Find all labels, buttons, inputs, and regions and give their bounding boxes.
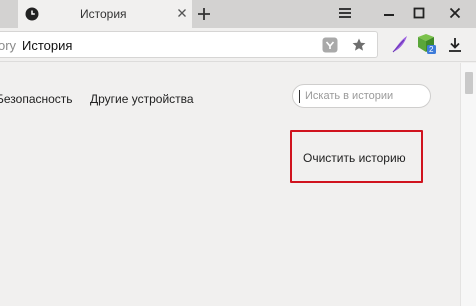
scrollbar-thumb[interactable] [465, 72, 473, 94]
history-page: Безопасность Другие устройства Очистить … [0, 63, 460, 306]
nav-other-devices[interactable]: Другие устройства [90, 92, 194, 106]
nav-security[interactable]: Безопасность [0, 92, 73, 106]
close-icon[interactable] [174, 5, 190, 21]
close-window-icon[interactable] [440, 3, 470, 23]
plus-icon[interactable] [194, 4, 214, 24]
gift-icon[interactable]: 2 [415, 32, 437, 56]
tab-history[interactable]: История [18, 0, 192, 28]
download-icon[interactable] [446, 36, 464, 54]
protect-icon[interactable] [322, 37, 338, 53]
maximize-icon[interactable] [404, 3, 434, 23]
star-icon[interactable] [351, 37, 367, 53]
url-page-title: История [22, 38, 73, 53]
search-box[interactable] [292, 84, 431, 108]
tab-strip: История [0, 0, 476, 28]
hamburger-icon[interactable] [330, 3, 360, 23]
extension-badge: 2 [429, 45, 434, 54]
search-input[interactable] [305, 88, 425, 104]
minimize-icon[interactable] [374, 3, 404, 23]
scrollbar[interactable] [460, 63, 476, 306]
tab-title: История [80, 7, 127, 21]
clock-icon [25, 7, 39, 21]
feather-icon[interactable] [389, 32, 411, 56]
address-bar[interactable]: ory История [0, 31, 378, 58]
text-cursor [299, 90, 300, 103]
url-host: ory [0, 38, 17, 53]
highlight-annotation [290, 130, 423, 183]
toolbar: ory История 2 [0, 28, 476, 62]
